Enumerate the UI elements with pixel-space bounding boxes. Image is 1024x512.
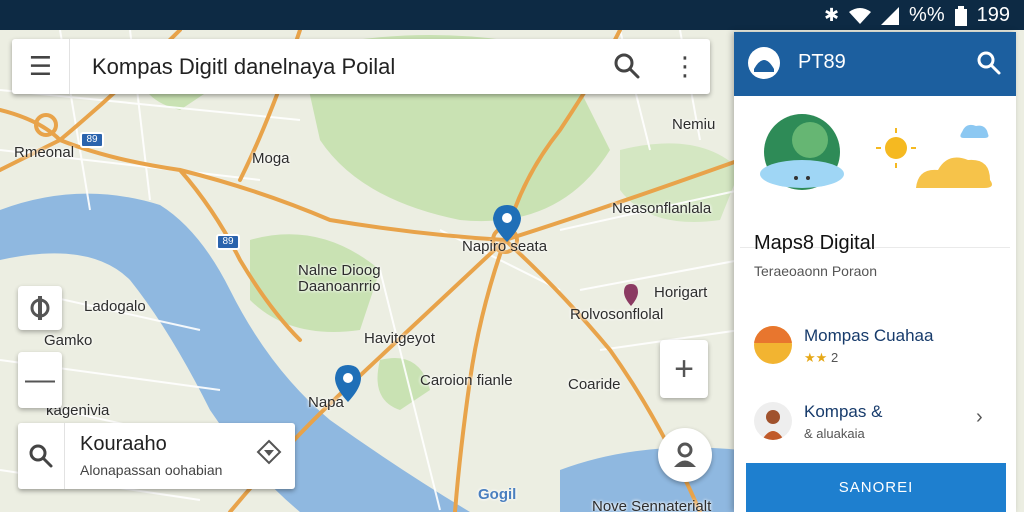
compass-button[interactable] <box>18 286 62 330</box>
rating-count: 2 <box>830 350 839 365</box>
search-icon[interactable] <box>612 51 642 81</box>
wifi-icon <box>849 7 872 24</box>
map-label: Nove Sennaterialt <box>592 498 712 512</box>
list-item-title: Mompas Cuahaa <box>804 326 934 345</box>
list-item[interactable]: Mompas Cuahaa ★★ 2 <box>748 318 1010 378</box>
card-divider <box>64 423 65 489</box>
zoom-out-button[interactable]: — <box>18 352 62 408</box>
map-label: Moga <box>252 150 290 167</box>
chevron-right-icon[interactable]: › <box>976 406 983 429</box>
menu-button[interactable]: ☰ <box>12 39 70 94</box>
map-label: Neasonflanlala <box>612 200 712 217</box>
search-query[interactable]: Kompas Digitl danelnaya Poilal <box>92 54 395 80</box>
highway-shield: 89 <box>80 132 104 148</box>
map-label: Napa <box>308 394 344 411</box>
search-icon[interactable] <box>28 443 54 469</box>
bluetooth-icon: ✱ <box>823 5 840 25</box>
star-icon: ★★ <box>804 350 828 365</box>
list-item[interactable]: Kompas & & aluakaia › <box>748 394 1010 454</box>
search-bar[interactable]: ☰ Kompas Digitl danelnaya Poilal ⋮ <box>12 39 710 94</box>
map-attribution: Gogil <box>478 486 517 503</box>
map-label: Horigart <box>654 284 708 301</box>
hamburger-icon: ☰ <box>28 51 53 81</box>
avatar <box>754 402 792 440</box>
list-item-meta: & aluakaia <box>804 426 865 441</box>
status-bar: ✱ %% 199 <box>0 0 1024 30</box>
place-subtitle: Teraeoaonn Poraon <box>754 263 877 279</box>
status-time: 199 <box>976 4 1010 26</box>
panel-header: PT89 <box>734 32 1016 96</box>
location-card[interactable]: Kouraaho Alonapassan oohabian <box>18 423 295 489</box>
zoom-in-button[interactable]: + <box>660 340 708 398</box>
map-label: Havitgeyot <box>364 330 435 347</box>
avatar <box>754 326 792 364</box>
card-title: Kouraaho <box>80 433 167 455</box>
card-subtitle: Alonapassan oohabian <box>80 462 223 478</box>
panel-title: PT89 <box>798 51 846 73</box>
map-label: Ladogalo <box>84 298 146 315</box>
list-item-rating: ★★ 2 <box>804 350 838 366</box>
map-label: Napiro seata <box>462 238 548 255</box>
side-panel: PT89 Maps8 Digital Teraeoaonn Poraon Mom… <box>734 32 1016 512</box>
battery-icon <box>954 5 967 26</box>
place-title: Maps8 Digital <box>754 232 876 254</box>
map-label: Coaride <box>568 376 621 393</box>
compass-icon <box>30 296 50 320</box>
map-label: Nalne Dioog <box>298 262 381 279</box>
search-icon[interactable] <box>976 50 1002 76</box>
map-label: Caroion fianle <box>420 372 513 389</box>
minus-icon: — <box>25 363 55 396</box>
profile-button[interactable] <box>658 428 712 482</box>
plus-icon: + <box>674 349 694 388</box>
list-item-title: Kompas & <box>804 402 883 421</box>
map-label: Nemiu <box>672 116 716 133</box>
map-label: Gamko <box>44 332 93 349</box>
map-label: Rmeonal <box>14 144 75 161</box>
directions-icon[interactable] <box>256 439 282 465</box>
primary-action-button[interactable]: SANOREI <box>746 463 1006 512</box>
highway-shield: 89 <box>216 234 240 250</box>
app-logo-icon <box>748 47 780 79</box>
battery-percent: %% <box>909 4 945 26</box>
person-icon <box>674 442 696 467</box>
signal-icon <box>881 6 900 25</box>
map-label: Daanoanrrio <box>298 278 381 295</box>
more-options-icon[interactable]: ⋮ <box>672 49 698 83</box>
weather-graphic <box>760 114 992 190</box>
map-label: Rolvosonflolal <box>570 306 664 323</box>
weather-illustration <box>740 96 1010 248</box>
